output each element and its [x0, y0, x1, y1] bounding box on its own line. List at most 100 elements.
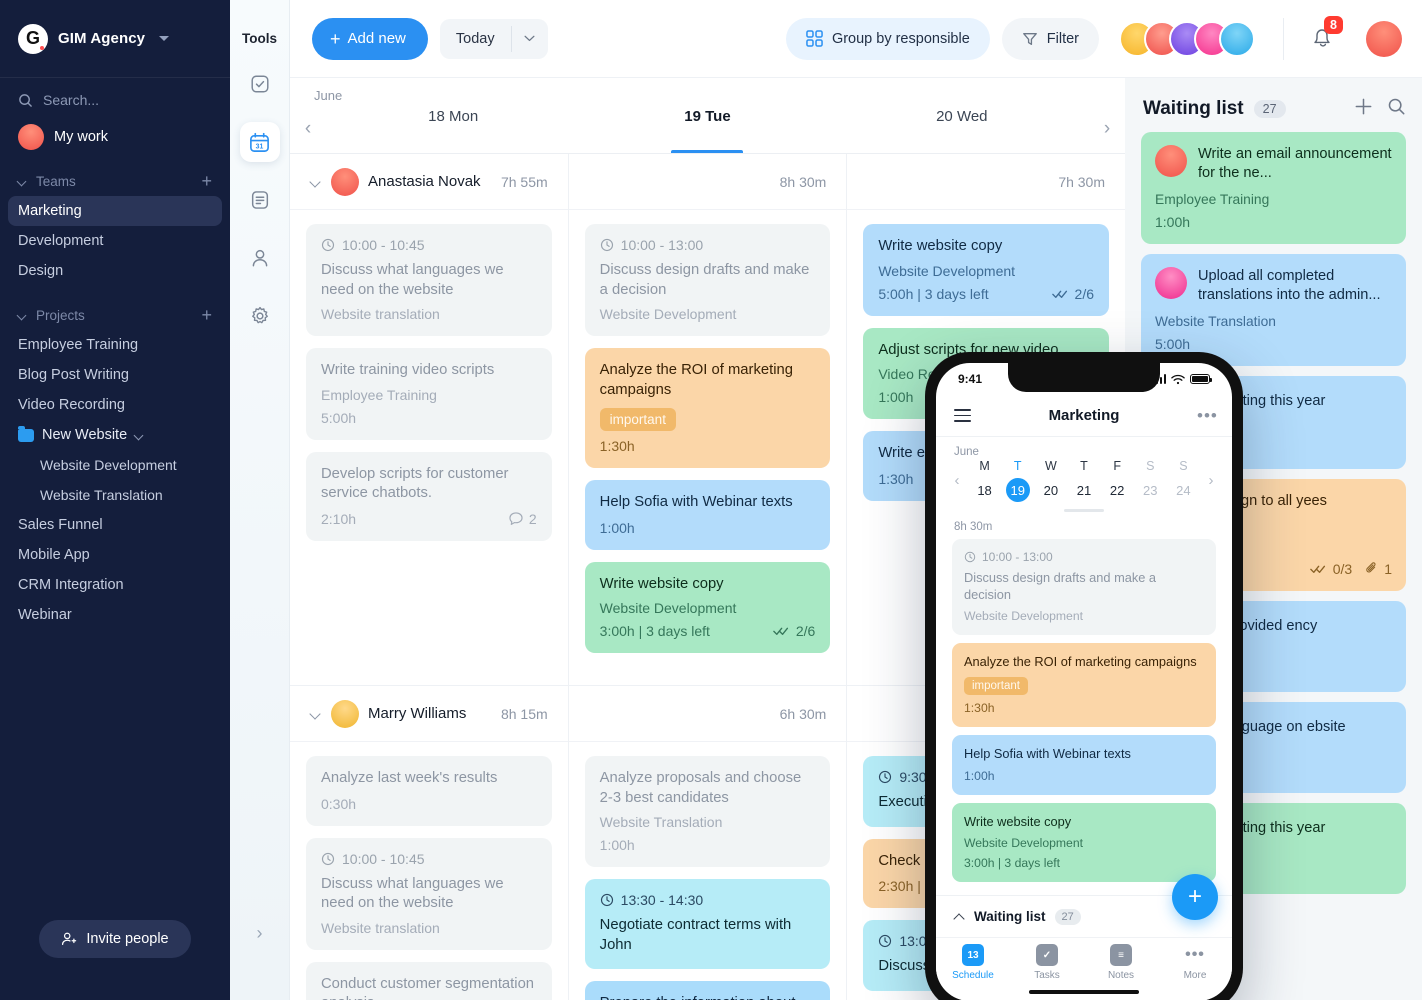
add-team-button[interactable]: +: [201, 172, 212, 190]
phone-day-18[interactable]: M 18: [968, 459, 1001, 502]
search-waiting-list-button[interactable]: [1387, 97, 1406, 121]
org-switcher[interactable]: G GIM Agency: [0, 0, 230, 78]
sidebar-item-website-development[interactable]: Website Development: [0, 450, 230, 480]
phone-day-22[interactable]: F 22: [1101, 459, 1134, 502]
task-card[interactable]: 10:00 - 13:00 Discuss design drafts and …: [584, 224, 831, 337]
day-tab-19-tue[interactable]: 19 Tue: [580, 105, 834, 153]
task-time-label: 10:00 - 10:45: [342, 237, 425, 253]
task-card[interactable]: Analyze last week's results 0:30h: [306, 756, 552, 826]
task-card[interactable]: Analyze the ROI of marketing campaigns i…: [584, 348, 831, 469]
expand-rail-button[interactable]: ›: [230, 923, 289, 944]
phone-task-meta: 1:30h: [964, 701, 1204, 715]
day-tab-18-mon[interactable]: 18 Mon: [326, 105, 580, 153]
group-total-time: 7h 55m: [500, 173, 548, 190]
sidebar-item-development[interactable]: Development: [0, 226, 230, 256]
sidebar-item-sales-funnel[interactable]: Sales Funnel: [0, 510, 230, 540]
phone-add-button[interactable]: +: [1172, 874, 1218, 920]
notification-badge: 8: [1324, 15, 1343, 34]
group-header-anastasia[interactable]: Anastasia Novak 7h 55m: [290, 154, 568, 210]
sidebar-item-my-work[interactable]: My work: [0, 118, 230, 164]
phone-prev-week-button[interactable]: ‹: [946, 472, 968, 489]
add-project-button[interactable]: +: [201, 306, 212, 324]
sidebar-item-video-recording[interactable]: Video Recording: [0, 390, 230, 420]
double-check-icon: [1051, 290, 1067, 298]
phone-tab-schedule[interactable]: 13 Schedule: [936, 944, 1010, 1000]
add-new-button[interactable]: + Add new: [312, 17, 428, 60]
user-avatar[interactable]: [1366, 20, 1402, 57]
avatar[interactable]: [1219, 20, 1255, 57]
add-waiting-task-button[interactable]: [1353, 96, 1374, 122]
task-duration: 1:30h: [599, 438, 635, 455]
group-header-total-tue: 8h 30m: [568, 154, 847, 210]
phone-day-21[interactable]: T 21: [1067, 459, 1100, 502]
phone-task-time-label: 10:00 - 13:00: [982, 550, 1053, 564]
teams-section-header[interactable]: Teams +: [0, 164, 230, 196]
phone-day-19[interactable]: T 19: [1001, 459, 1034, 502]
sidebar-item-crm-integration[interactable]: CRM Integration: [0, 570, 230, 600]
tool-people-button[interactable]: [240, 238, 280, 278]
waiting-list-item[interactable]: Upload all completed translations into t…: [1141, 253, 1406, 366]
more-icon[interactable]: •••: [1197, 407, 1217, 424]
tool-tasks-button[interactable]: [240, 64, 280, 104]
chevron-down-icon[interactable]: [512, 35, 548, 42]
phone-waiting-list-bar[interactable]: Waiting list 27 +: [936, 874, 1232, 937]
task-card[interactable]: Write website copy Website Development 5…: [863, 224, 1110, 316]
phone-day-23[interactable]: S 23: [1134, 459, 1167, 502]
task-card[interactable]: Help Sofia with Webinar texts 1:00h: [584, 480, 831, 550]
projects-section-header[interactable]: Projects +: [0, 298, 230, 330]
grid-icon: [806, 30, 823, 47]
tool-calendar-button[interactable]: 31: [239, 122, 280, 162]
phone-waiting-list-title: Waiting list: [974, 909, 1046, 924]
task-card[interactable]: 10:00 - 10:45 Discuss what languages we …: [306, 837, 552, 950]
day-column-tue-2: 6h 30m Analyze proposals and choose 2-3 …: [568, 686, 848, 1000]
group-header-marry[interactable]: Marry Williams 8h 15m: [290, 686, 568, 742]
sidebar-item-design[interactable]: Design: [0, 256, 230, 286]
waiting-list-item[interactable]: Write an email announcement for the ne..…: [1141, 132, 1406, 244]
sidebar-item-webinar[interactable]: Webinar: [0, 600, 230, 630]
task-card[interactable]: Write training video scripts Employee Tr…: [306, 348, 552, 440]
sidebar-item-website-translation[interactable]: Website Translation: [0, 480, 230, 510]
menu-icon[interactable]: [954, 409, 971, 422]
tool-notes-button[interactable]: [240, 180, 280, 220]
phone-day-24[interactable]: S 24: [1167, 459, 1200, 502]
notifications-button[interactable]: 8: [1310, 15, 1343, 54]
sidebar-item-employee-training[interactable]: Employee Training: [0, 330, 230, 360]
sidebar-item-mobile-app[interactable]: Mobile App: [0, 540, 230, 570]
date-range-selector[interactable]: Today: [439, 18, 548, 59]
task-meta: 5:00h | 3 days left 2/6: [878, 286, 1094, 302]
phone-task-card[interactable]: Help Sofia with Webinar texts 1:00h: [952, 734, 1216, 795]
task-card[interactable]: Analyze proposals and choose 2-3 best ca…: [584, 756, 831, 868]
phone-task-project: Website Development: [964, 836, 1084, 851]
task-card[interactable]: Prepare the information about: [584, 981, 831, 1000]
waiting-item-duration: 5:00h: [1155, 335, 1191, 352]
phone-tab-more[interactable]: ••• More: [1158, 944, 1232, 1000]
task-card[interactable]: Develop scripts for customer service cha…: [306, 451, 552, 541]
phone-daynum: 23: [1143, 482, 1158, 498]
gear-icon: [251, 306, 268, 324]
sidebar-item-blog-post-writing[interactable]: Blog Post Writing: [0, 360, 230, 390]
team-avatars[interactable]: [1119, 20, 1255, 57]
task-card[interactable]: 13:30 - 14:30 Negotiate contract terms w…: [584, 879, 831, 970]
phone-task-card[interactable]: 10:00 - 13:00 Discuss design drafts and …: [952, 539, 1216, 636]
group-by-responsible-button[interactable]: Group by responsible: [785, 17, 990, 60]
search-input[interactable]: Search...: [0, 78, 230, 118]
comment-count-label: 2: [528, 510, 537, 527]
invite-people-button[interactable]: Invite people: [39, 920, 191, 958]
tool-settings-button[interactable]: [240, 296, 280, 336]
task-card[interactable]: 10:00 - 10:45 Discuss what languages we …: [306, 224, 552, 337]
filter-button[interactable]: Filter: [1001, 17, 1099, 60]
org-name: GIM Agency: [58, 30, 146, 47]
sidebar-folder-new-website[interactable]: New Website: [0, 420, 230, 450]
prev-day-button[interactable]: ‹: [290, 105, 326, 153]
phone-day-20[interactable]: W 20: [1034, 459, 1067, 502]
task-card[interactable]: Write website copy Website Development 3…: [584, 561, 831, 654]
phone-task-card[interactable]: Analyze the ROI of marketing campaigns i…: [952, 643, 1216, 727]
phone-task-card[interactable]: Write website copy Website Development 3…: [952, 802, 1216, 883]
day-tab-20-wed[interactable]: 20 Wed: [835, 105, 1089, 153]
next-day-button[interactable]: ›: [1089, 105, 1125, 153]
invite-people-label: Invite people: [86, 931, 169, 947]
phone-next-week-button[interactable]: ›: [1200, 472, 1222, 489]
sidebar-item-label: Webinar: [18, 607, 72, 623]
task-card[interactable]: Conduct customer segmentation analysis: [306, 961, 552, 1000]
sidebar-item-marketing[interactable]: Marketing: [8, 196, 222, 226]
